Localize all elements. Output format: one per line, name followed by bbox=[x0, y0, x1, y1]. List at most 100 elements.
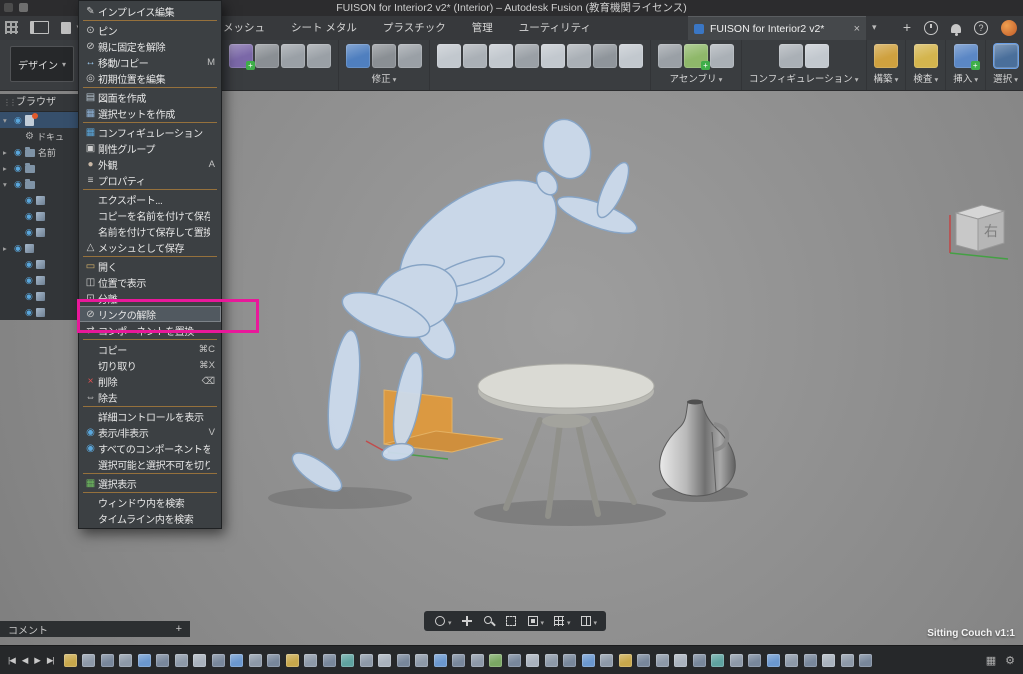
timeline-feature-icon[interactable] bbox=[138, 654, 151, 667]
timeline-feature-icon[interactable] bbox=[619, 654, 632, 667]
tool-icon[interactable] bbox=[229, 44, 253, 68]
tool-icon[interactable] bbox=[658, 44, 682, 68]
visibility-eye-icon[interactable] bbox=[25, 195, 33, 206]
context-menu-item[interactable]: ◫ 位置で表示 bbox=[79, 274, 221, 290]
timeline-feature-icon[interactable] bbox=[526, 654, 539, 667]
tool-icon[interactable] bbox=[994, 44, 1018, 68]
timeline-feature-icon[interactable] bbox=[434, 654, 447, 667]
timeline-option-icon[interactable]: ▦ bbox=[986, 654, 996, 667]
context-menu-item[interactable]: ⇄ コンポーネントを置換 bbox=[79, 322, 221, 338]
timeline-feature-icon[interactable] bbox=[563, 654, 576, 667]
tool-icon[interactable] bbox=[567, 44, 591, 68]
tool-icon[interactable] bbox=[779, 44, 803, 68]
tool-icon[interactable] bbox=[515, 44, 539, 68]
timeline-feature-icon[interactable] bbox=[693, 654, 706, 667]
context-menu-item[interactable]: ≡ プロパティ bbox=[79, 172, 221, 188]
context-menu-item[interactable]: ▦ コンフィギュレーション bbox=[79, 124, 221, 140]
pan-icon[interactable] bbox=[456, 614, 478, 628]
timeline-feature-icon[interactable] bbox=[841, 654, 854, 667]
context-menu-item[interactable] bbox=[83, 473, 217, 474]
new-tab-icon[interactable] bbox=[903, 19, 911, 37]
display-settings-icon[interactable] bbox=[575, 612, 602, 630]
tool-icon[interactable] bbox=[307, 44, 331, 68]
timeline-feature-icon[interactable] bbox=[822, 654, 835, 667]
job-status-icon[interactable] bbox=[924, 21, 938, 35]
chevron-icon[interactable]: ▾ bbox=[3, 116, 11, 125]
timeline-feature-icon[interactable] bbox=[230, 654, 243, 667]
orbit-icon[interactable] bbox=[429, 612, 456, 630]
context-menu-item[interactable] bbox=[83, 492, 217, 493]
timeline-feature-icon[interactable] bbox=[415, 654, 428, 667]
context-menu-item[interactable]: 切り取り ⌘X bbox=[79, 357, 221, 373]
timeline-feature-icon[interactable] bbox=[452, 654, 465, 667]
comment-bar[interactable]: コメント + bbox=[0, 621, 190, 637]
timeline-feature-icon[interactable] bbox=[193, 654, 206, 667]
context-menu-item[interactable]: 選択可能と選択不可を切り替え bbox=[79, 456, 221, 472]
chevron-icon[interactable]: ▾ bbox=[3, 180, 11, 189]
look-at-icon[interactable] bbox=[522, 612, 549, 630]
visibility-eye-icon[interactable] bbox=[14, 243, 22, 254]
app-grid-icon[interactable] bbox=[5, 21, 18, 34]
tool-icon[interactable] bbox=[710, 44, 734, 68]
timeline-feature-icon[interactable] bbox=[360, 654, 373, 667]
data-panel-icon[interactable] bbox=[30, 21, 49, 34]
tab-list-caret-icon[interactable]: ▾ bbox=[872, 22, 877, 33]
chevron-icon[interactable]: ▸ bbox=[3, 164, 11, 173]
context-menu-item[interactable]: ▭ 開く bbox=[79, 258, 221, 274]
context-menu-item[interactable]: ウィンドウ内を検索 bbox=[79, 494, 221, 510]
timeline-feature-icon[interactable] bbox=[748, 654, 761, 667]
close-tab-icon[interactable]: × bbox=[854, 23, 860, 35]
notifications-icon[interactable] bbox=[951, 24, 961, 33]
timeline-option-icon[interactable]: ⚙ bbox=[1005, 654, 1015, 667]
context-menu-item[interactable] bbox=[83, 406, 217, 407]
visibility-eye-icon[interactable] bbox=[14, 179, 22, 190]
ribbon-group-label[interactable]: 構築 bbox=[874, 71, 899, 85]
transport-button[interactable]: ▶ bbox=[34, 655, 40, 666]
ribbon-group-label[interactable]: 選択 bbox=[993, 71, 1018, 85]
tool-icon[interactable] bbox=[954, 44, 978, 68]
timeline-feature-icon[interactable] bbox=[323, 654, 336, 667]
timeline-feature-icon[interactable] bbox=[212, 654, 225, 667]
metal-vase[interactable] bbox=[660, 400, 736, 497]
tool-icon[interactable] bbox=[874, 44, 898, 68]
context-menu-item[interactable]: ◎ 初期位置を編集 bbox=[79, 70, 221, 86]
timeline-feature-icon[interactable] bbox=[82, 654, 95, 667]
context-menu-item[interactable]: コピー ⌘C bbox=[79, 341, 221, 357]
visibility-eye-icon[interactable] bbox=[25, 307, 33, 318]
timeline-feature-icon[interactable] bbox=[175, 654, 188, 667]
timeline-feature-icon[interactable] bbox=[637, 654, 650, 667]
timeline-feature-icon[interactable] bbox=[304, 654, 317, 667]
context-menu-item[interactable]: ⊙ ピン bbox=[79, 22, 221, 38]
timeline-feature-icon[interactable] bbox=[508, 654, 521, 667]
context-menu-item[interactable] bbox=[83, 122, 217, 123]
ribbon-group-label[interactable]: 修正 bbox=[372, 71, 397, 85]
tool-icon[interactable] bbox=[281, 44, 305, 68]
context-menu-item[interactable]: ▦ 選択セットを作成 bbox=[79, 105, 221, 121]
timeline-feature-icon[interactable] bbox=[767, 654, 780, 667]
toolbar-tab[interactable]: ユーティリティ bbox=[506, 16, 604, 40]
visibility-eye-icon[interactable] bbox=[25, 227, 33, 238]
tool-icon[interactable] bbox=[489, 44, 513, 68]
context-menu-item[interactable]: ⊘ リンクの解除 bbox=[79, 306, 221, 322]
transport-button[interactable]: ▶| bbox=[47, 655, 54, 666]
timeline-feature-icon[interactable] bbox=[249, 654, 262, 667]
timeline-feature-icon[interactable] bbox=[711, 654, 724, 667]
timeline-feature-icon[interactable] bbox=[397, 654, 410, 667]
context-menu-item[interactable]: ▣ 剛性グループ bbox=[79, 140, 221, 156]
timeline-feature-icon[interactable] bbox=[804, 654, 817, 667]
context-menu-item[interactable] bbox=[83, 189, 217, 190]
timeline-feature-icon[interactable] bbox=[378, 654, 391, 667]
context-menu-item[interactable] bbox=[83, 20, 217, 21]
transport-button[interactable]: ◀ bbox=[22, 655, 28, 666]
context-menu-item[interactable] bbox=[83, 256, 217, 257]
context-menu-item[interactable]: ◉ すべてのコンポーネントを表示 bbox=[79, 440, 221, 456]
timeline-feature-icon[interactable] bbox=[489, 654, 502, 667]
timeline-feature-icon[interactable] bbox=[545, 654, 558, 667]
tool-icon[interactable] bbox=[593, 44, 617, 68]
help-icon[interactable] bbox=[974, 21, 988, 35]
ribbon-group-label[interactable]: 検査 bbox=[913, 71, 938, 85]
context-menu-item[interactable]: ▤ 図面を作成 bbox=[79, 89, 221, 105]
fit-view-icon[interactable] bbox=[500, 614, 522, 628]
context-menu-item[interactable]: ● 外観 A bbox=[79, 156, 221, 172]
timeline-feature-icon[interactable] bbox=[730, 654, 743, 667]
